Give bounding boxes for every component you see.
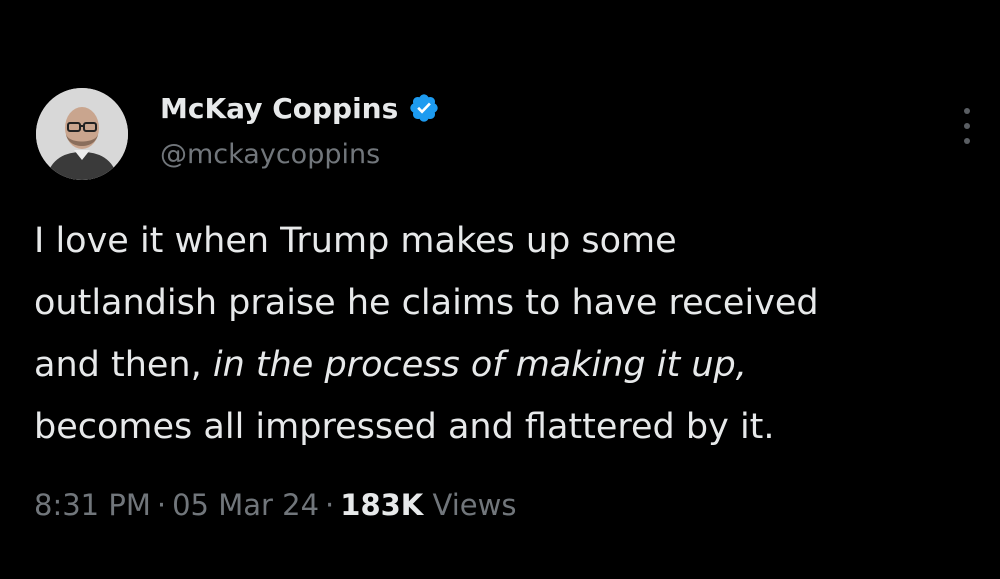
avatar[interactable] — [36, 88, 128, 180]
dot — [964, 108, 970, 114]
tweet-line: becomes all impressed and flattered by i… — [34, 407, 775, 447]
tweet-date[interactable]: 05 Mar 24 — [172, 488, 319, 522]
tweet-card: McKay Coppins @mckaycoppins I love it wh… — [0, 0, 1000, 579]
author-handle[interactable]: @mckaycoppins — [160, 139, 380, 170]
tweet-line: outlandish praise he claims to have rece… — [34, 283, 819, 323]
tweet-line: and then, in the process of making it up… — [34, 345, 747, 385]
tweet-text: I love it when Trump makes up some outla… — [34, 210, 994, 458]
display-name[interactable]: McKay Coppins — [160, 92, 398, 125]
views-count: 183K — [340, 488, 424, 522]
avatar-photo — [36, 88, 128, 180]
more-options-icon[interactable] — [955, 108, 979, 144]
author-name-row: McKay Coppins — [160, 88, 440, 128]
separator: · — [325, 488, 335, 522]
views-label: Views — [432, 488, 517, 522]
tweet-line: I love it when Trump makes up some — [34, 221, 677, 261]
italic-phrase: in the process of making it up, — [212, 345, 747, 385]
tweet-time[interactable]: 8:31 PM — [34, 488, 151, 522]
verified-badge-icon — [410, 94, 438, 122]
tweet-meta: 8:31 PM · 05 Mar 24 · 183K Views — [34, 488, 516, 522]
dot — [964, 138, 970, 144]
separator: · — [156, 488, 167, 522]
dot — [964, 123, 970, 129]
